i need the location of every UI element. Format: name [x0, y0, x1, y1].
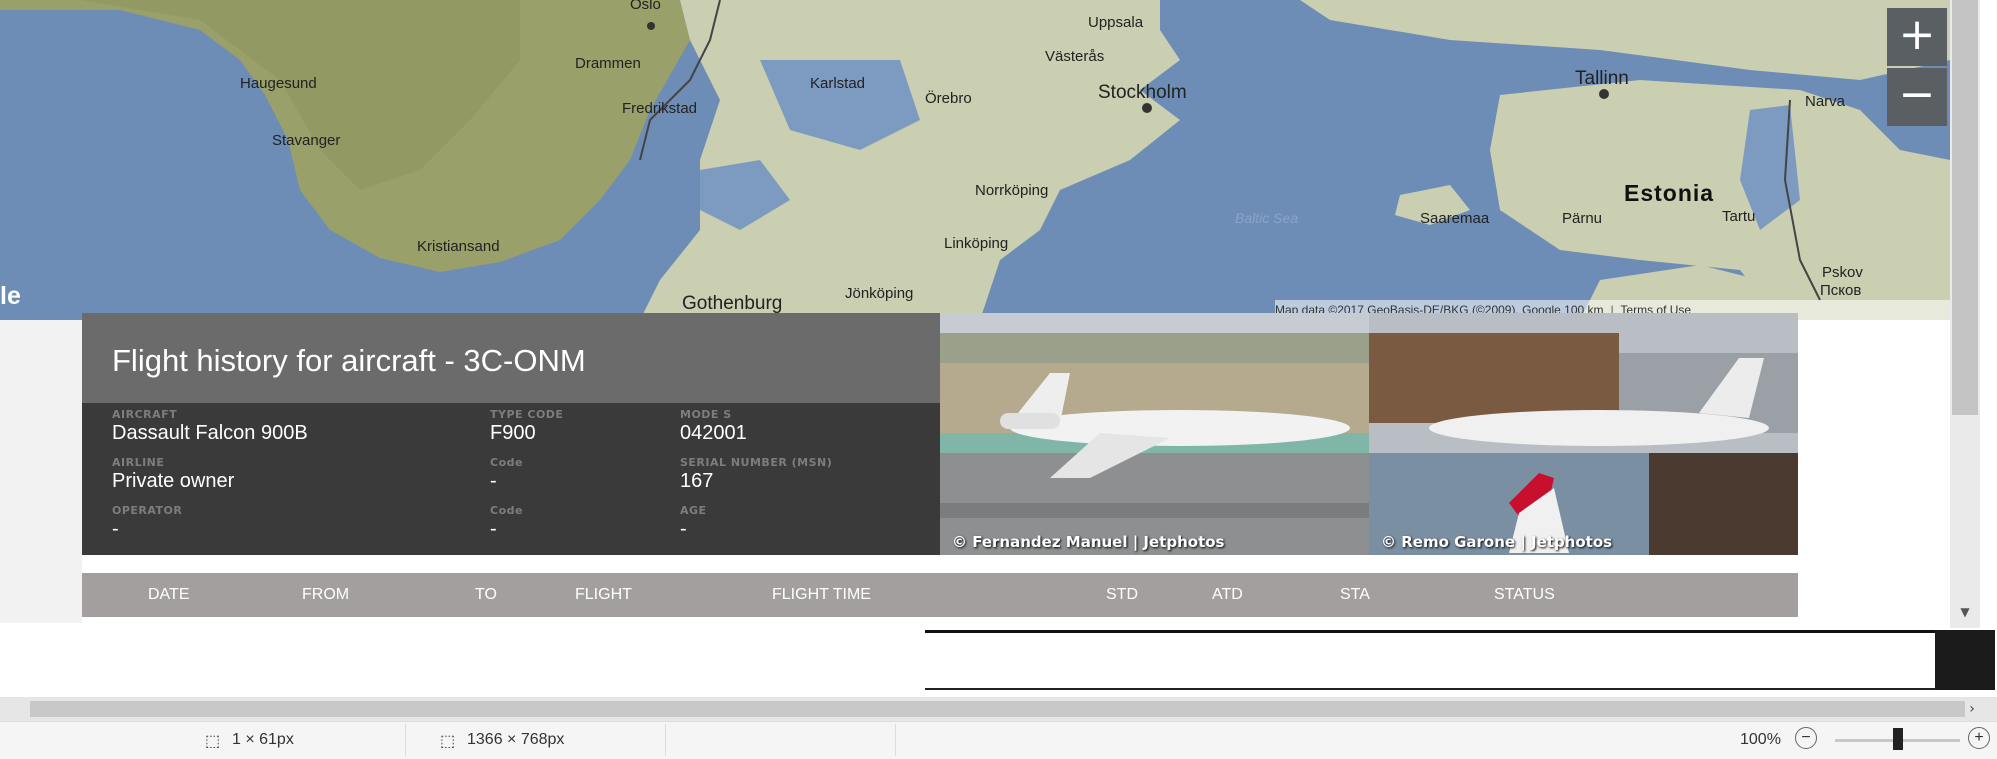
aircraft-header: Flight history for aircraft - 3C-ONM — [82, 313, 940, 403]
vertical-scrollbar-thumb[interactable] — [1952, 0, 1978, 415]
selection-line-bottom — [925, 688, 1935, 690]
overlay-block — [1935, 630, 1995, 690]
operator-code-value: - — [490, 518, 497, 540]
map-city-label: Stavanger — [272, 132, 341, 149]
image-size: 1366 × 768px — [467, 731, 565, 748]
col-flight[interactable]: FLIGHT — [575, 586, 632, 604]
map-city-label: Fredrikstad — [622, 100, 698, 117]
map-city-label: Gothenburg — [682, 293, 783, 314]
col-date[interactable]: DATE — [148, 586, 189, 604]
map-city-label: Linköping — [944, 235, 1009, 252]
scroll-down-arrow-icon[interactable]: ▼ — [1952, 605, 1978, 623]
col-sta[interactable]: STA — [1340, 586, 1370, 604]
image-size-icon: ⬚ — [440, 733, 456, 750]
map[interactable]: Oslo Drammen Haugesund Fredrikstad Karlstad Ö… — [0, 0, 1950, 320]
airline-code-label: Code — [490, 456, 523, 469]
page-title: Flight history for aircraft - 3C-ONM — [112, 343, 586, 378]
horizontal-scrollbar-thumb[interactable] — [30, 701, 1965, 717]
aircraft-photo-1[interactable]: © Fernandez Manuel | Jetphotos — [940, 313, 1369, 555]
page-left-margin — [0, 320, 82, 623]
map-city-label: Norrköping — [975, 182, 1049, 199]
map-city-label: Kristiansand — [417, 238, 500, 255]
aircraft-info: AIRCRAFT Dassault Falcon 900B TYPE CODE … — [82, 403, 940, 555]
status-separator — [665, 724, 666, 756]
airline-code-value: - — [490, 470, 497, 492]
google-logo: le — [0, 282, 21, 310]
map-city-label: Jönköping — [845, 285, 914, 302]
type-code-value: F900 — [490, 422, 536, 444]
serial-label: SERIAL NUMBER (MSN) — [680, 456, 833, 469]
airline-value: Private owner — [112, 470, 235, 492]
map-city-label: Örebro — [925, 90, 972, 107]
type-code-label: TYPE CODE — [490, 408, 564, 421]
map-terrain — [0, 0, 1950, 320]
zoom-slider-thumb[interactable] — [1893, 728, 1903, 750]
col-atd[interactable]: ATD — [1212, 586, 1243, 604]
flight-table-header: DATE FROM TO FLIGHT FLIGHT TIME STD ATD … — [82, 573, 1798, 617]
status-separator — [405, 724, 406, 756]
aircraft-photo-2[interactable]: © Remo Garone | Jetphotos — [1369, 313, 1798, 555]
airline-label: AIRLINE — [112, 456, 165, 469]
selection-size: 1 × 61px — [232, 731, 294, 748]
zoom-level: 100% — [1740, 731, 1781, 748]
map-city-label: Estonia — [1624, 180, 1715, 206]
mode-s-value: 042001 — [680, 422, 747, 444]
map-city-label: Baltic Sea — [1235, 210, 1299, 226]
map-city-label: Stockholm — [1098, 82, 1187, 103]
serial-value: 167 — [680, 470, 714, 492]
map-city-label: Karlstad — [810, 75, 866, 92]
mode-s-label: MODE S — [680, 408, 732, 421]
zoom-in-icon[interactable]: + — [1968, 727, 1990, 749]
map-city-label: Haugesund — [240, 75, 317, 92]
selection-size-icon: ⬚ — [205, 733, 221, 750]
map-city-label: Saaremaa — [1420, 210, 1490, 227]
map-city-label: Oslo — [630, 0, 661, 13]
age-value: - — [680, 518, 687, 540]
map-city-label: Narva — [1805, 93, 1846, 110]
aircraft-photo-1-image — [940, 313, 1369, 555]
map-city-label: Drammen — [575, 55, 641, 72]
col-from[interactable]: FROM — [302, 586, 349, 604]
map-city-label: Uppsala — [1088, 14, 1144, 31]
map-city-label: Tartu — [1722, 208, 1756, 225]
map-city-label: Pskov — [1822, 264, 1863, 281]
map-city-label: Pärnu — [1562, 210, 1603, 227]
col-to[interactable]: TO — [475, 586, 497, 604]
col-std[interactable]: STD — [1106, 586, 1138, 604]
photo-1-credit: © Fernandez Manuel | Jetphotos — [952, 533, 1225, 551]
scroll-right-arrow-icon[interactable]: › — [1962, 699, 1982, 719]
selection-line-top — [925, 630, 1950, 633]
aircraft-value: Dassault Falcon 900B — [112, 422, 308, 444]
map-zoom-out-button[interactable]: − — [1887, 68, 1947, 126]
map-city-label: Tallinn — [1575, 68, 1629, 89]
map-city-label: Västerås — [1045, 48, 1105, 65]
aircraft-label: AIRCRAFT — [112, 408, 178, 421]
col-flight-time[interactable]: FLIGHT TIME — [772, 586, 871, 604]
map-city-label: Псков — [1820, 282, 1862, 299]
operator-code-label: Code — [490, 504, 523, 517]
photo-2-credit: © Remo Garone | Jetphotos — [1381, 533, 1613, 551]
aircraft-photo-2-image — [1369, 313, 1798, 555]
status-bar: ⬚ 1 × 61px ⬚ 1366 × 768px 100% − + — [0, 721, 1997, 759]
operator-label: OPERATOR — [112, 504, 183, 517]
col-status[interactable]: STATUS — [1494, 586, 1555, 604]
map-zoom-in-button[interactable]: + — [1887, 8, 1947, 66]
status-separator — [895, 724, 896, 756]
operator-value: - — [112, 518, 119, 540]
zoom-out-icon[interactable]: − — [1795, 727, 1817, 749]
age-label: AGE — [680, 504, 707, 517]
